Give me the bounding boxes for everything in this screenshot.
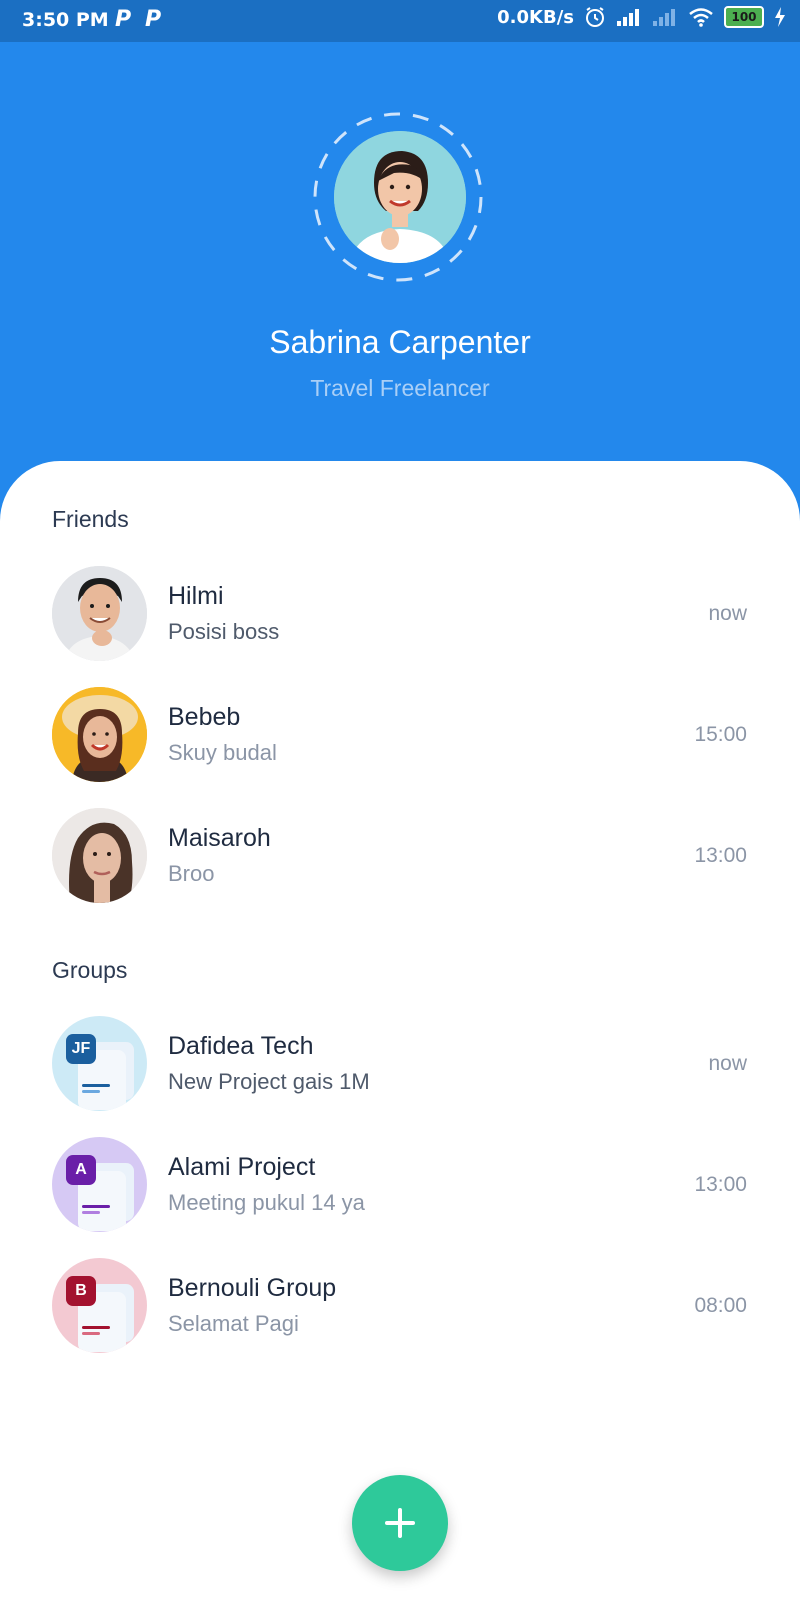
status-time: 3:50 PM xyxy=(22,9,109,31)
content-sheet: Friends Hilmi Posisi boss now Bebeb Skuy… xyxy=(0,461,800,1600)
add-button[interactable] xyxy=(352,1475,448,1571)
friend-message: Posisi boss xyxy=(168,619,280,644)
notification-p-icon: P xyxy=(145,7,162,32)
group-avatar: JF xyxy=(52,1016,147,1111)
status-icons: 0.0KB/s 100 xyxy=(497,6,786,28)
group-message: Selamat Pagi xyxy=(168,1311,299,1336)
group-message: Meeting pukul 14 ya xyxy=(168,1190,365,1215)
plus-icon xyxy=(385,1508,415,1538)
friend-avatar-illustration xyxy=(52,808,147,903)
group-row[interactable]: A Alami Project Meeting pukul 14 ya 13:0… xyxy=(0,1137,800,1233)
friend-name: Maisaroh xyxy=(168,824,271,852)
doc-line xyxy=(82,1205,110,1208)
friend-avatar-illustration xyxy=(52,687,147,782)
friend-row[interactable]: Maisaroh Broo 13:00 xyxy=(0,808,800,904)
group-row[interactable]: JF Dafidea Tech New Project gais 1M now xyxy=(0,1016,800,1112)
group-avatar: A xyxy=(52,1137,147,1232)
friend-time: now xyxy=(708,602,747,625)
friend-message: Broo xyxy=(168,861,215,886)
profile-avatar[interactable] xyxy=(334,131,466,263)
profile-header: Sabrina Carpenter Travel Freelancer xyxy=(0,42,800,462)
signal-off-icon xyxy=(653,9,675,26)
doc-line xyxy=(82,1211,100,1214)
profile-avatar-illustration xyxy=(334,131,466,263)
group-name: Dafidea Tech xyxy=(168,1032,314,1060)
group-name: Alami Project xyxy=(168,1153,316,1181)
group-time: 13:00 xyxy=(694,1173,747,1196)
group-badge: B xyxy=(66,1276,96,1306)
group-message: New Project gais 1M xyxy=(168,1069,370,1094)
friend-name: Bebeb xyxy=(168,703,241,731)
battery-icon: 100 xyxy=(724,6,764,28)
signal-icon xyxy=(617,9,639,26)
profile-name: Sabrina Carpenter xyxy=(269,324,531,360)
doc-line xyxy=(82,1332,100,1335)
doc-line xyxy=(82,1090,100,1093)
notification-p-icon: P xyxy=(115,7,132,32)
group-name: Bernouli Group xyxy=(168,1274,337,1302)
status-bar: 3:50 PM P P 0.0KB/s 100 xyxy=(0,0,800,42)
friend-row[interactable]: Bebeb Skuy budal 15:00 xyxy=(0,687,800,783)
friend-row[interactable]: Hilmi Posisi boss now xyxy=(0,566,800,662)
network-speed: 0.0KB/s xyxy=(497,6,574,28)
group-badge: JF xyxy=(66,1034,96,1064)
friend-name: Hilmi xyxy=(168,582,224,610)
charging-icon xyxy=(775,7,785,27)
friend-avatar xyxy=(52,808,147,903)
friend-time: 13:00 xyxy=(694,844,747,867)
battery-level: 100 xyxy=(731,10,757,24)
group-avatar: B xyxy=(52,1258,147,1353)
friend-time: 15:00 xyxy=(694,723,747,746)
friend-avatar xyxy=(52,566,147,661)
groups-section-title: Groups xyxy=(52,957,128,983)
friend-avatar xyxy=(52,687,147,782)
profile-role: Travel Freelancer xyxy=(310,375,490,401)
group-row[interactable]: B Bernouli Group Selamat Pagi 08:00 xyxy=(0,1258,800,1354)
doc-line xyxy=(82,1326,110,1329)
group-time: now xyxy=(708,1052,747,1075)
friend-message: Skuy budal xyxy=(168,740,277,765)
group-time: 08:00 xyxy=(694,1294,747,1317)
friend-avatar-illustration xyxy=(52,566,147,661)
wifi-icon xyxy=(689,8,713,27)
alarm-icon xyxy=(586,7,604,27)
group-badge: A xyxy=(66,1155,96,1185)
friends-section-title: Friends xyxy=(52,506,129,532)
doc-line xyxy=(82,1084,110,1087)
